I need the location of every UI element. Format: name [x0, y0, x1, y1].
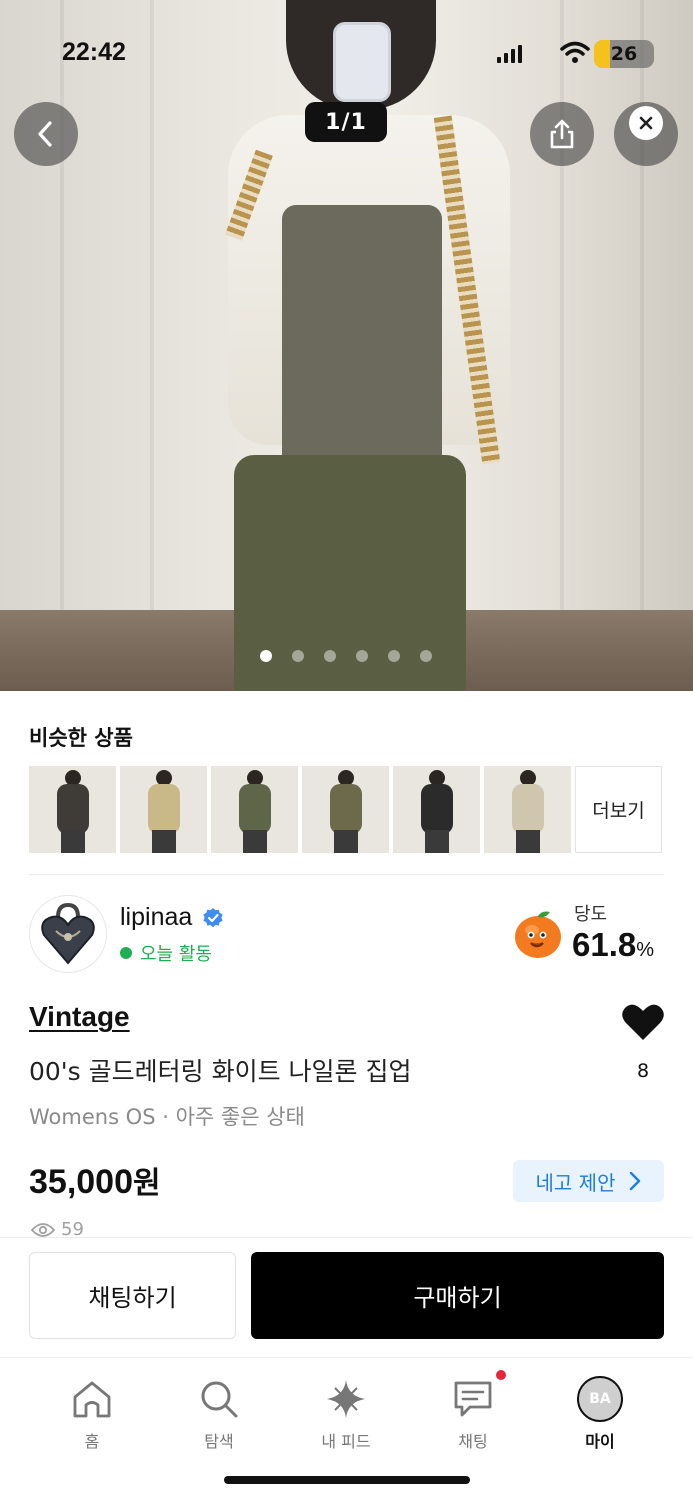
battery-indicator: 26: [594, 40, 654, 68]
chat-bubble-icon: [454, 1381, 492, 1417]
tab-home[interactable]: 홈: [42, 1376, 142, 1452]
wifi-icon: [560, 41, 590, 63]
tab-explore[interactable]: 탐색: [169, 1376, 269, 1452]
status-time: 22:42: [62, 38, 126, 66]
price-offer-button[interactable]: 네고 제안: [513, 1160, 664, 1202]
verified-badge-icon: [203, 908, 223, 928]
offer-label: 네고 제안: [535, 1170, 616, 1195]
pagination-dot: [388, 650, 400, 662]
brand-link[interactable]: Vintage: [29, 1001, 130, 1033]
pagination-dot: [420, 650, 432, 662]
home-icon: [73, 1381, 111, 1418]
price-amount: 35,000: [29, 1163, 133, 1201]
back-button[interactable]: [14, 102, 78, 166]
photo-phone: [333, 22, 391, 102]
tab-chat[interactable]: 채팅: [423, 1376, 523, 1452]
similar-product-thumbnail[interactable]: [211, 766, 298, 853]
sweetness-label: 당도: [574, 904, 608, 925]
seller-activity: 오늘 활동: [120, 940, 212, 966]
sweetness-unit: %: [636, 939, 655, 961]
similar-product-thumbnail[interactable]: [120, 766, 207, 853]
home-indicator: [224, 1476, 470, 1484]
image-counter: 1/1: [305, 102, 387, 142]
share-button[interactable]: [530, 102, 594, 166]
padlock-heart-icon: [41, 903, 95, 965]
pagination-dot: [356, 650, 368, 662]
battery-level: 26: [610, 43, 638, 65]
heart-icon[interactable]: [621, 1002, 665, 1042]
tab-home-label: 홈: [84, 1432, 100, 1451]
pagination-dot: [324, 650, 336, 662]
price-unit: 원: [133, 1166, 161, 1201]
sweetness-value: 61.8%: [572, 926, 654, 964]
tab-feed-label: 내 피드: [321, 1432, 371, 1451]
close-icon: [629, 106, 663, 140]
share-icon: [550, 119, 574, 149]
search-icon: [201, 1381, 238, 1418]
curtain-fold: [150, 0, 154, 631]
similar-product-thumbnail[interactable]: [29, 766, 116, 853]
activity-label: 오늘 활동: [140, 944, 212, 965]
product-price: 35,000원: [29, 1158, 161, 1202]
pagination-dot: [292, 650, 304, 662]
peach-mascot-icon: [515, 911, 561, 958]
product-title: 00's 골드레터링 화이트 나일론 집업: [29, 1057, 412, 1086]
eye-icon: [31, 1222, 55, 1237]
similar-products-list: 더보기: [29, 766, 662, 853]
chat-button[interactable]: 채팅하기: [29, 1252, 236, 1339]
similar-product-thumbnail[interactable]: [393, 766, 480, 853]
similar-products-title: 비슷한 상품: [29, 726, 133, 750]
chevron-right-icon: [630, 1171, 641, 1191]
pagination-dot: [260, 650, 272, 662]
profile-avatar: BA: [577, 1376, 623, 1422]
seller-avatar[interactable]: [29, 895, 107, 973]
similar-product-thumbnail[interactable]: [302, 766, 389, 853]
image-pagination: [260, 650, 432, 662]
curtain-fold: [640, 0, 644, 631]
tab-my[interactable]: BA 마이: [550, 1376, 650, 1452]
more-button[interactable]: 더보기: [575, 766, 662, 853]
online-dot-icon: [120, 947, 132, 959]
tab-feed[interactable]: 내 피드: [296, 1376, 396, 1452]
battery-fill: [594, 40, 610, 68]
seller-name[interactable]: lipinaa: [120, 903, 192, 932]
buy-button[interactable]: 구매하기: [251, 1252, 664, 1339]
photo-tshirt: [282, 205, 442, 495]
tab-chat-label: 채팅: [458, 1432, 488, 1451]
like-count: 8: [636, 1060, 650, 1082]
curtain-fold: [60, 0, 64, 631]
curtain-fold: [560, 0, 564, 631]
similar-product-thumbnail[interactable]: [484, 766, 571, 853]
divider: [29, 874, 664, 875]
product-condition: Womens OS · 아주 좋은 상태: [29, 1105, 305, 1129]
sweetness-number: 61.8: [572, 926, 637, 963]
sparkle-icon: [327, 1380, 365, 1418]
chevron-left-icon: [38, 121, 52, 147]
close-button[interactable]: [614, 102, 678, 166]
notification-dot: [496, 1370, 506, 1380]
tab-my-label: 마이: [585, 1432, 615, 1451]
tab-explore-label: 탐색: [204, 1432, 234, 1451]
signal-icon: [497, 43, 522, 63]
